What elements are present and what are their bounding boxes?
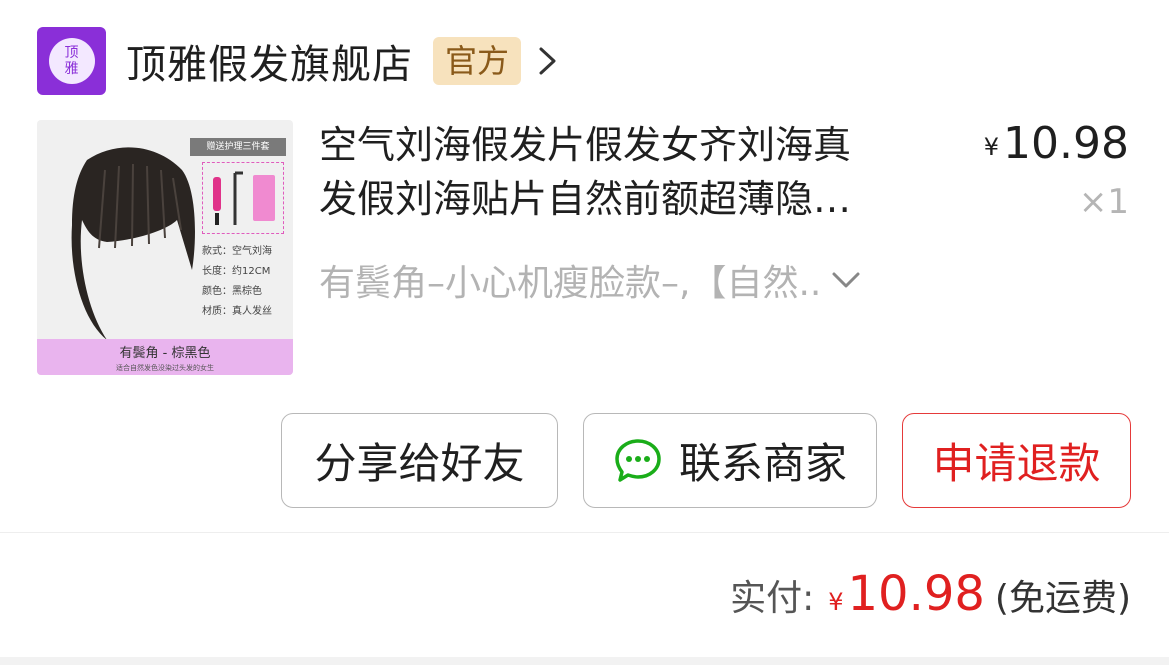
chat-bubble-icon: [615, 438, 661, 482]
shop-logo-char-2: 雅: [64, 61, 79, 77]
official-badge: 官方: [433, 37, 522, 85]
share-button[interactable]: 分享给好友: [281, 413, 558, 508]
gift-box: [202, 162, 284, 234]
spec-style: 款式：空气刘海: [202, 246, 272, 257]
comb-icon: [213, 171, 275, 225]
shop-logo-mark: 顶 雅: [48, 38, 95, 84]
refund-button-label: 申请退款: [932, 439, 1101, 488]
spec-list: 款式：空气刘海 长度：约12CM 颜色：黑棕色 材质：真人发丝: [202, 242, 272, 322]
product-title-line-2: 发假刘海贴片自然前额超薄隐…: [319, 177, 852, 221]
sku-selector[interactable]: 有鬓角–小心机瘦脸款–,【自然..: [319, 254, 861, 306]
image-caption-main: 有鬓角 - 棕黑色: [119, 346, 211, 361]
gift-title: 赠送护理三件套: [190, 138, 286, 156]
share-button-label: 分享给好友: [314, 439, 525, 488]
total-label: 实付:: [730, 578, 815, 619]
contact-seller-label: 联系商家: [678, 439, 847, 488]
price-currency: ¥: [983, 133, 1000, 161]
product-quantity: ×1: [1078, 182, 1129, 222]
bottom-separator: [0, 657, 1169, 665]
product-title-line-1: 空气刘海假发片假发女齐刘海真: [319, 123, 852, 167]
shop-logo[interactable]: 顶 雅: [37, 27, 106, 95]
hair-bangs-illustration: [71, 147, 195, 340]
product-title[interactable]: 空气刘海假发片假发女齐刘海真 发假刘海贴片自然前额超薄隐…: [319, 118, 959, 226]
product-image[interactable]: 赠送护理三件套 款式：空气刘海 长度：约12CM 颜色：黑棕色 材质：真人发丝 …: [37, 120, 293, 375]
contact-seller-button[interactable]: 联系商家: [583, 413, 877, 508]
spec-color: 颜色：黑棕色: [202, 286, 262, 297]
shipping-note: (免运费): [994, 578, 1131, 619]
image-caption: 有鬓角 - 棕黑色 适合自然发色没染过头发的女生: [37, 339, 293, 375]
payment-total: 实付: ¥ 10.98 (免运费): [730, 566, 1131, 622]
shop-logo-char-1: 顶: [64, 45, 79, 61]
spec-length: 长度：约12CM: [202, 266, 271, 277]
sku-text: 有鬓角–小心机瘦脸款–,【自然..: [319, 263, 822, 304]
shop-header[interactable]: 顶 雅 顶雅假发旗舰店 官方: [37, 27, 559, 95]
chevron-right-icon[interactable]: [537, 41, 559, 81]
price-value: 10.98: [1003, 118, 1129, 169]
total-currency: ¥: [828, 588, 844, 616]
chevron-down-icon: [832, 272, 860, 288]
shop-name[interactable]: 顶雅假发旗舰店: [126, 32, 413, 90]
image-caption-sub: 适合自然发色没染过头发的女生: [116, 364, 214, 372]
refund-button[interactable]: 申请退款: [902, 413, 1131, 508]
spec-material: 材质：真人发丝: [202, 306, 272, 317]
product-price: ¥10.98: [984, 118, 1129, 169]
total-amount: 10.98: [847, 566, 985, 622]
section-divider: [0, 532, 1169, 533]
